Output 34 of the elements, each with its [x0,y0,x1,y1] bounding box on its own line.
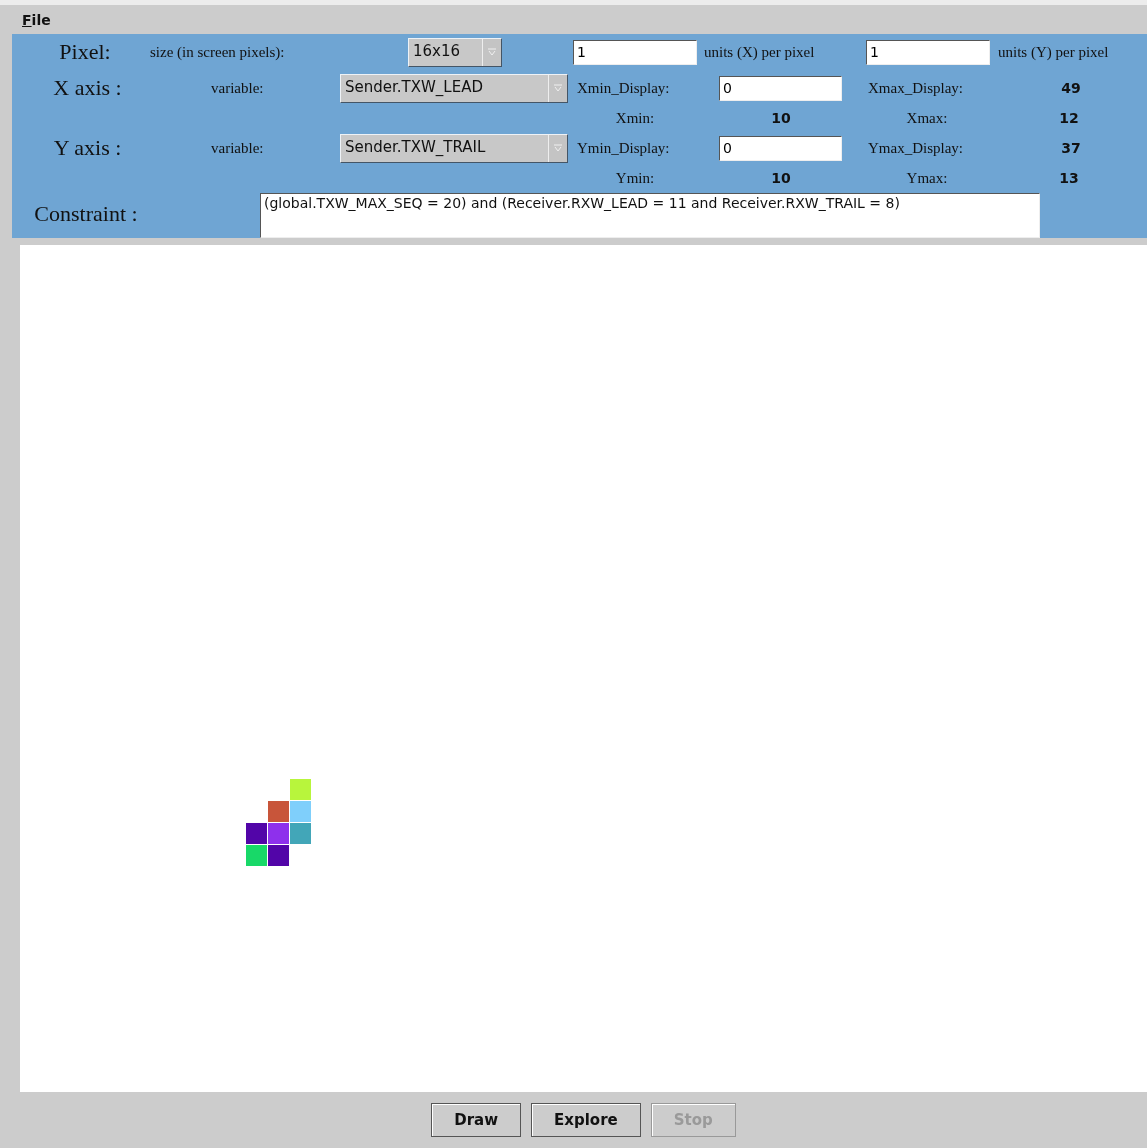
display-min-label: Xmin_Display: [577,79,671,97]
x-units-label: units (X) per pixel [704,43,816,61]
display-max-label: Ymax_Display: [868,139,964,157]
display-min-label: Ymin_Display: [577,139,671,157]
display-max-label: Xmax_Display: [868,79,964,97]
max-label: Ymax: [905,169,949,187]
max-value: 12 [1058,110,1080,127]
file-menu[interactable]: File [22,11,51,28]
action-button[interactable]: Explore [531,1103,641,1137]
size-dropdown[interactable]: 16x16 [408,37,502,67]
x-units-field[interactable]: 1 [573,39,697,65]
variable-dropdown[interactable]: Sender.TXW_TRAIL [340,133,568,163]
max-value: 13 [1058,170,1080,187]
min-label: Ymin: [614,169,656,187]
display-min-field[interactable]: 0 [719,75,842,101]
y-units-label: units (Y) per pixel [998,43,1109,61]
display-max-value: 49 [1060,80,1082,97]
display-min-field[interactable]: 0 [719,135,842,161]
variable-dropdown[interactable]: Sender.TXW_LEAD [340,73,568,103]
constraint-field[interactable]: (global.TXW_MAX_SEQ = 20) and (Receiver.RXW_LEAD = 11 and Receiver.RXW_TRAIL = 8) [260,193,1040,238]
size-label: size (in screen pixels): [150,43,286,61]
min-value: 10 [770,170,792,187]
display-max-value: 37 [1060,140,1082,157]
action-button[interactable]: Draw [431,1103,522,1137]
min-label: Xmin: [614,109,656,127]
min-value: 10 [770,110,792,127]
variable-label: variable: [211,139,265,157]
axis-label: Y axis : [52,135,123,162]
pixel-label: Pixel: [58,39,112,66]
max-label: Xmax: [905,109,949,127]
variable-label: variable: [211,79,265,97]
y-units-field[interactable]: 1 [866,39,990,65]
axis-label: X axis : [52,75,123,102]
constraint-label: Constraint : [33,201,139,227]
